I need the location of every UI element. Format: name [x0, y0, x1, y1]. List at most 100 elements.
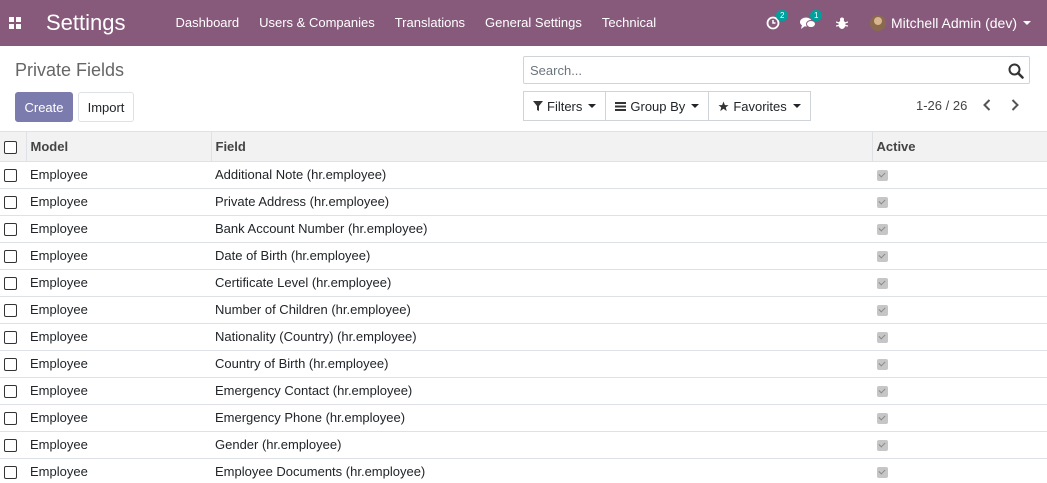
menu-item-technical[interactable]: Technical	[592, 0, 666, 46]
model-cell: Employee	[26, 377, 211, 405]
active-checkbox	[877, 251, 888, 263]
main-menu: Dashboard Users & Companies Translations…	[166, 0, 667, 46]
pager-previous-button[interactable]	[978, 96, 996, 114]
app-title[interactable]: Settings	[46, 10, 126, 36]
row-checkbox[interactable]	[4, 412, 17, 426]
row-checkbox[interactable]	[4, 358, 17, 372]
active-checkbox	[877, 413, 888, 425]
row-checkbox[interactable]	[4, 331, 17, 345]
table-row[interactable]: Employee Nationality (Country) (hr.emplo…	[0, 323, 1047, 351]
table-row[interactable]: Employee Private Address (hr.employee)	[0, 188, 1047, 216]
search-input[interactable]	[524, 57, 994, 83]
control-panel: Private Fields Create Import Filters Gro…	[0, 46, 1047, 132]
table-row[interactable]: Employee Country of Birth (hr.employee)	[0, 350, 1047, 378]
active-checkbox	[877, 386, 888, 398]
field-cell: Country of Birth (hr.employee)	[211, 350, 872, 378]
active-checkbox	[877, 170, 888, 182]
favorites-label: Favorites	[733, 98, 787, 114]
field-cell: Gender (hr.employee)	[211, 431, 872, 459]
field-cell: Employee Documents (hr.employee)	[211, 458, 872, 483]
active-checkbox	[877, 440, 888, 452]
model-cell: Employee	[26, 161, 211, 189]
table-row[interactable]: Employee Number of Children (hr.employee…	[0, 296, 1047, 324]
menu-item-dashboard[interactable]: Dashboard	[166, 0, 250, 46]
avatar	[869, 15, 886, 31]
bug-icon	[835, 17, 848, 29]
favorites-dropdown[interactable]: Favorites	[708, 91, 811, 121]
debug-button[interactable]	[826, 0, 858, 46]
create-button[interactable]: Create	[15, 92, 73, 122]
column-header-field[interactable]: Field	[211, 132, 873, 162]
filter-icon	[533, 101, 543, 111]
model-cell: Employee	[26, 269, 211, 297]
row-checkbox[interactable]	[4, 169, 17, 183]
filters-dropdown[interactable]: Filters	[523, 91, 607, 121]
search-options: Filters Group By Favorites	[523, 91, 811, 121]
breadcrumb: Private Fields	[15, 60, 125, 80]
field-cell: Number of Children (hr.employee)	[211, 296, 872, 324]
field-cell: Bank Account Number (hr.employee)	[211, 215, 872, 243]
row-checkbox[interactable]	[4, 385, 17, 399]
model-cell: Employee	[26, 188, 211, 216]
row-checkbox[interactable]	[4, 250, 17, 264]
menu-item-users-companies[interactable]: Users & Companies	[249, 0, 385, 46]
table-row[interactable]: Employee Certificate Level (hr.employee)	[0, 269, 1047, 297]
model-cell: Employee	[26, 431, 211, 459]
field-cell: Emergency Contact (hr.employee)	[211, 377, 872, 405]
table-row[interactable]: Employee Gender (hr.employee)	[0, 431, 1047, 459]
chevron-down-icon	[691, 104, 700, 108]
table-row[interactable]: Employee Emergency Phone (hr.employee)	[0, 404, 1047, 432]
search-icon[interactable]	[1008, 63, 1024, 79]
field-cell: Nationality (Country) (hr.employee)	[211, 323, 872, 351]
field-cell: Date of Birth (hr.employee)	[211, 242, 872, 270]
active-checkbox	[877, 359, 888, 371]
field-cell: Emergency Phone (hr.employee)	[211, 404, 872, 432]
row-checkbox[interactable]	[4, 277, 17, 291]
activities-count-badge: 2	[775, 10, 789, 21]
star-icon	[718, 100, 729, 111]
active-checkbox	[877, 305, 888, 317]
activities-button[interactable]: 2	[756, 0, 790, 46]
row-checkbox[interactable]	[4, 439, 17, 453]
active-checkbox	[877, 467, 888, 479]
model-cell: Employee	[26, 323, 211, 351]
apps-menu-icon[interactable]	[0, 0, 30, 46]
model-cell: Employee	[26, 350, 211, 378]
menu-item-translations[interactable]: Translations	[385, 0, 475, 46]
table-row[interactable]: Employee Date of Birth (hr.employee)	[0, 242, 1047, 270]
pager-value[interactable]: 1-26 / 26	[916, 98, 967, 113]
user-name: Mitchell Admin (dev)	[890, 15, 1017, 31]
table-row[interactable]: Employee Emergency Contact (hr.employee)	[0, 377, 1047, 405]
row-checkbox[interactable]	[4, 196, 17, 210]
chevron-down-icon	[588, 104, 597, 108]
systray: 2 1 Mitchell Admin (dev)	[756, 0, 1047, 46]
model-cell: Employee	[26, 458, 211, 483]
top-navbar: Settings Dashboard Users & Companies Tra…	[0, 0, 1047, 46]
menu-item-general-settings[interactable]: General Settings	[475, 0, 592, 46]
field-cell: Private Address (hr.employee)	[211, 188, 872, 216]
search-bar	[523, 56, 1030, 84]
group-by-label: Group By	[630, 98, 686, 114]
model-cell: Employee	[26, 296, 211, 324]
list-table: Model Field Active Employee Additional N…	[0, 132, 1047, 483]
group-by-dropdown[interactable]: Group By	[605, 91, 710, 121]
select-all-checkbox[interactable]	[4, 140, 17, 154]
model-cell: Employee	[26, 215, 211, 243]
column-header-model[interactable]: Model	[26, 132, 212, 162]
column-header-active[interactable]: Active	[872, 132, 1047, 162]
table-row[interactable]: Employee Additional Note (hr.employee)	[0, 161, 1047, 189]
import-button[interactable]: Import	[78, 92, 134, 122]
pager-next-button[interactable]	[1006, 96, 1024, 114]
row-checkbox[interactable]	[4, 466, 17, 480]
user-menu[interactable]: Mitchell Admin (dev)	[858, 15, 1047, 31]
messages-button[interactable]: 1	[790, 0, 826, 46]
row-checkbox[interactable]	[4, 304, 17, 318]
table-row[interactable]: Employee Employee Documents (hr.employee…	[0, 458, 1047, 483]
active-checkbox	[877, 278, 888, 290]
chevron-down-icon	[792, 104, 801, 108]
table-header-row: Model Field Active	[0, 132, 1047, 162]
model-cell: Employee	[26, 404, 211, 432]
table-row[interactable]: Employee Bank Account Number (hr.employe…	[0, 215, 1047, 243]
row-checkbox[interactable]	[4, 223, 17, 237]
active-checkbox	[877, 224, 888, 236]
